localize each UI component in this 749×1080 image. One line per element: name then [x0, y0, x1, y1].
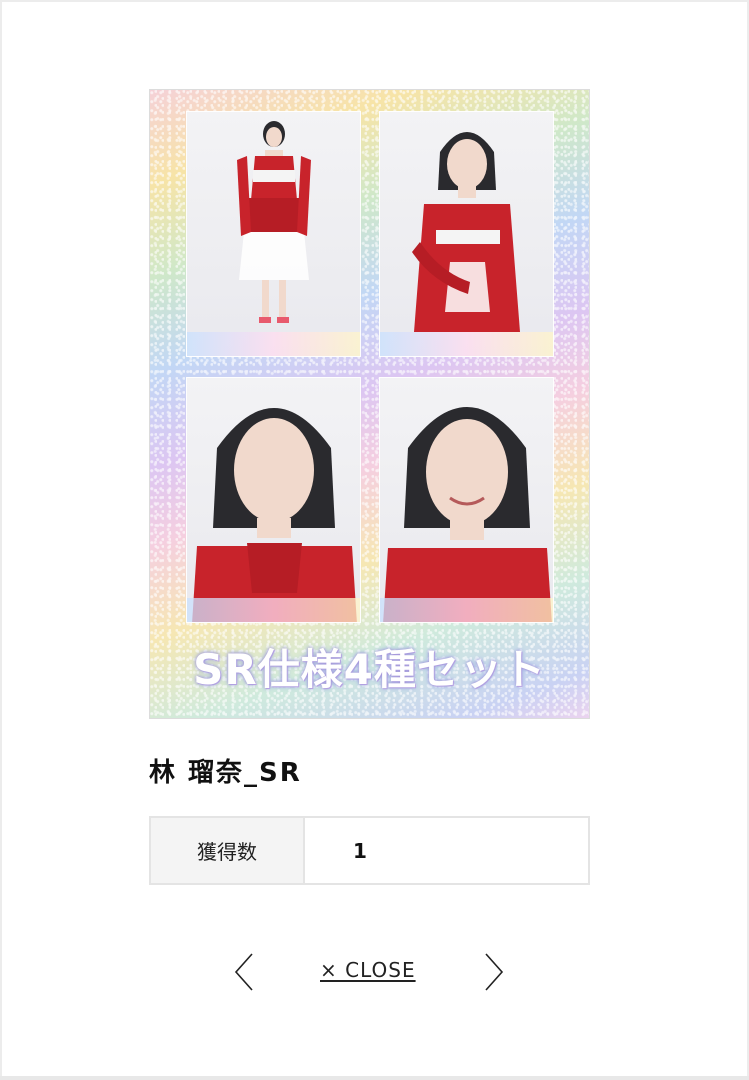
acquired-count-value: 1: [353, 838, 367, 863]
product-image: SR仕様4種セット: [149, 89, 590, 719]
person-half-body-illustration: [412, 132, 520, 332]
chevron-left-icon: [234, 953, 253, 991]
photo-caption-strip: [380, 598, 553, 622]
modal-page: SR仕様4種セット 林 瑠奈_SR 獲得数 1 × CLOSE: [0, 0, 749, 1080]
item-name: 林 瑠奈_SR: [149, 758, 302, 788]
photo-card-full-body: [186, 111, 361, 357]
photo-card-half-body: [379, 111, 554, 357]
bottom-divider: [0, 1076, 749, 1080]
close-button[interactable]: × CLOSE: [320, 958, 416, 982]
previous-button[interactable]: [230, 950, 260, 994]
photo-caption-strip: [187, 598, 360, 622]
modal-navigation: × CLOSE: [0, 950, 749, 994]
acquired-count-label: 獲得数: [151, 818, 305, 883]
photo-caption-strip: [187, 332, 360, 356]
acquired-count-table: 獲得数 1: [149, 816, 590, 885]
photo-card-closeup-front: [186, 377, 361, 623]
person-closeup-illustration: [192, 408, 357, 622]
chevron-right-icon: [485, 953, 504, 991]
next-button[interactable]: [478, 950, 508, 994]
photo-caption-strip: [380, 332, 553, 356]
set-title-text: SR仕様4種セット: [193, 645, 546, 694]
person-full-body-illustration: [237, 121, 311, 323]
photo-card-closeup-smile: [379, 377, 554, 623]
person-closeup-smile-illustration: [383, 407, 552, 622]
